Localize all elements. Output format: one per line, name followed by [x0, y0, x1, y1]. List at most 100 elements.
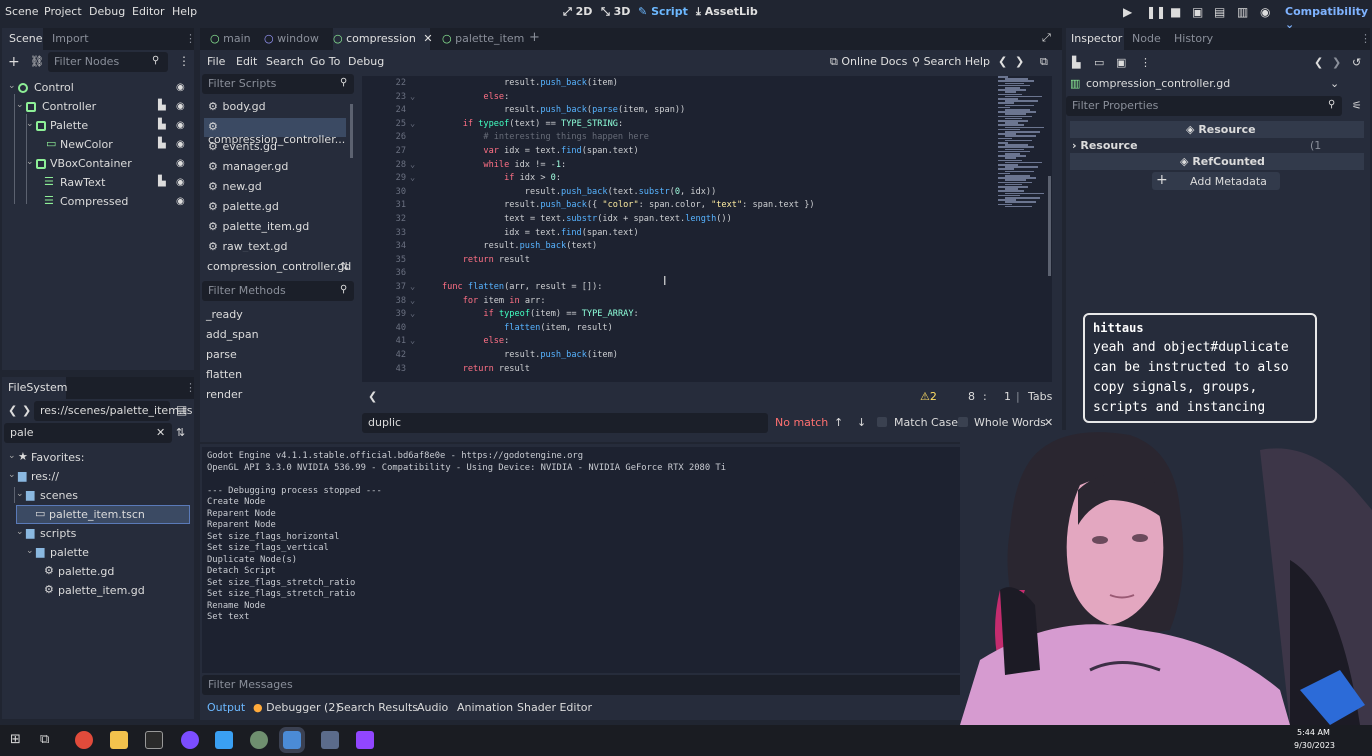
- fold-chevron-icon[interactable]: ⌄: [410, 160, 415, 170]
- script-item[interactable]: ⚙ body.gd: [204, 98, 346, 117]
- code-line[interactable]: 35 return result: [362, 255, 982, 269]
- code-line[interactable]: 40 flatten(item, result): [362, 323, 982, 337]
- tree-node-control[interactable]: ⌄ Control ◉: [6, 79, 192, 98]
- distraction-free-icon[interactable]: ⤢: [1042, 31, 1051, 45]
- twitch-icon[interactable]: [356, 731, 374, 749]
- play-custom-icon[interactable]: ▥: [1237, 5, 1248, 19]
- script-item[interactable]: ⚙ palette.gd: [204, 198, 346, 217]
- output-log[interactable]: Godot Engine v4.1.1.stable.official.bd6a…: [202, 447, 1008, 673]
- script-attached-icon[interactable]: ▙: [158, 138, 166, 149]
- match-case-checkbox[interactable]: [877, 417, 887, 427]
- split-view-icon[interactable]: ▤: [176, 403, 187, 417]
- script-menu-edit[interactable]: Edit: [236, 55, 257, 68]
- tab-filesystem[interactable]: FileSystem: [8, 381, 67, 394]
- method-item[interactable]: parse: [206, 348, 237, 361]
- code-line[interactable]: 42 result.push_back(item): [362, 350, 982, 364]
- inspector-options-icon[interactable]: ⚟: [1352, 99, 1362, 112]
- code-line[interactable]: 29 ⌄ if idx > 0:: [362, 173, 982, 187]
- chevron-down-icon[interactable]: ⌄: [26, 119, 34, 129]
- fs-item-scripts[interactable]: ⌄ ▆ scripts: [6, 525, 192, 544]
- save-icon[interactable]: ▣: [1116, 56, 1126, 69]
- visibility-icon[interactable]: ◉: [176, 139, 185, 150]
- chevron-down-icon[interactable]: ⌄: [16, 100, 24, 110]
- warnings-count[interactable]: ⚠2: [920, 390, 937, 403]
- chevron-down-icon[interactable]: ⌄: [26, 157, 34, 167]
- visibility-icon[interactable]: ◉: [176, 177, 185, 188]
- find-previous-icon[interactable]: ↑: [834, 416, 843, 429]
- code-editor[interactable]: 22 result.push_back(item) 23 ⌄ else: 24 res…: [362, 76, 1052, 382]
- windows-start-icon[interactable]: ⊞: [10, 732, 21, 747]
- add-scene-tab-icon[interactable]: +: [529, 30, 540, 45]
- script-attached-icon[interactable]: ▙: [158, 119, 166, 130]
- script-menu-search[interactable]: Search: [266, 55, 304, 68]
- workspace-2d-button[interactable]: ⤢ 2D: [563, 5, 592, 19]
- file-explorer-icon[interactable]: [110, 731, 128, 749]
- history-forward-icon[interactable]: ❯: [1015, 55, 1024, 68]
- add-node-icon[interactable]: +: [8, 54, 20, 70]
- dock-menu-icon[interactable]: ⋮: [1360, 32, 1371, 45]
- search-help-button[interactable]: ⚲ Search Help: [912, 55, 990, 68]
- tab-window[interactable]: ○ window: [264, 32, 319, 45]
- forward-icon[interactable]: ❯: [22, 404, 31, 417]
- script-item[interactable]: ⚙ events.gd: [204, 138, 346, 157]
- script-menu-debug[interactable]: Debug: [348, 55, 384, 68]
- add-metadata-button[interactable]: + Add Metadata: [1152, 172, 1280, 190]
- fold-chevron-icon[interactable]: ⌄: [410, 336, 415, 346]
- code-line[interactable]: 39 ⌄ if typeof(item) == TYPE_ARRAY:: [362, 309, 982, 323]
- chrome-icon[interactable]: [75, 731, 93, 749]
- pause-icon[interactable]: ❚❚: [1146, 5, 1166, 19]
- method-item[interactable]: flatten: [206, 368, 242, 381]
- script-item[interactable]: ⚙ palette_item.gd: [204, 218, 346, 237]
- tree-node-vboxcontainer[interactable]: ⌄ VBoxContainer ◉: [6, 155, 192, 174]
- visibility-icon[interactable]: ◉: [176, 101, 185, 112]
- fs-item-res[interactable]: ⌄ ▆ res://: [6, 468, 192, 487]
- script-item[interactable]: ⚙ manager.gd: [204, 158, 346, 177]
- godot-icon[interactable]: [279, 727, 305, 753]
- code-line[interactable]: 41 ⌄ else:: [362, 336, 982, 350]
- tab-history[interactable]: History: [1174, 32, 1213, 45]
- inspected-object[interactable]: ▥ compression_controller.gd: [1068, 75, 1342, 93]
- code-line[interactable]: 34 result.push_back(text): [362, 241, 982, 255]
- code-line[interactable]: 22 result.push_back(item): [362, 78, 982, 92]
- menu-scene[interactable]: Scene: [5, 5, 39, 18]
- chevron-down-icon[interactable]: ⌄: [8, 451, 16, 461]
- script-item[interactable]: ⚙ new.gd: [204, 178, 346, 197]
- new-resource-icon[interactable]: ▙: [1072, 56, 1080, 69]
- sort-icon[interactable]: ⇅: [340, 260, 349, 273]
- fold-chevron-icon[interactable]: ⌄: [410, 173, 415, 183]
- dock-menu-icon[interactable]: ⋮: [185, 32, 196, 45]
- movie-maker-icon[interactable]: ◉: [1260, 5, 1270, 19]
- history-back-icon[interactable]: ❮: [998, 55, 1007, 68]
- code-line[interactable]: 38 ⌄ for item in arr:: [362, 296, 982, 310]
- chevron-down-icon[interactable]: ⌄: [8, 81, 16, 91]
- tab-main[interactable]: ○ main: [210, 32, 251, 45]
- fs-item-scenes[interactable]: ⌄ ▆ scenes: [6, 487, 192, 506]
- tree-node-controller[interactable]: ⌄ Controller ▙ ◉: [6, 98, 192, 117]
- code-line[interactable]: 30 result.push_back(text.substr(0, idx)): [362, 187, 982, 201]
- toggle-scripts-panel-icon[interactable]: ❮: [368, 390, 377, 403]
- menu-editor[interactable]: Editor: [132, 5, 165, 18]
- chevron-down-icon[interactable]: ⌄: [8, 470, 16, 480]
- tab-audio[interactable]: Audio: [417, 701, 448, 714]
- filter-nodes-input[interactable]: Filter Nodes: [48, 52, 168, 72]
- dock-menu-icon[interactable]: ⋮: [185, 381, 196, 394]
- script-menu-file[interactable]: File: [207, 55, 225, 68]
- code-line[interactable]: 26 # interesting things happen here: [362, 132, 982, 146]
- fs-favorites[interactable]: ⌄ ★ Favorites:: [6, 449, 192, 468]
- fold-chevron-icon[interactable]: ⌄: [410, 296, 415, 306]
- method-item[interactable]: render: [206, 388, 242, 401]
- path-field[interactable]: res://scenes/palette_item.ts: [34, 401, 192, 421]
- link-icon[interactable]: ⛓: [30, 55, 44, 68]
- fs-item-palette-item-tscn[interactable]: ▭ palette_item.tscn: [16, 505, 190, 524]
- visibility-icon[interactable]: ◉: [176, 82, 185, 93]
- workspace-assetlib-button[interactable]: ⤓ AssetLib: [696, 5, 758, 19]
- find-next-icon[interactable]: ↓: [857, 416, 866, 429]
- tree-node-newcolor[interactable]: ▭ NewColor ▙ ◉: [6, 136, 192, 155]
- play-icon[interactable]: ▶: [1123, 5, 1132, 19]
- tab-import[interactable]: Import: [52, 32, 89, 45]
- chevron-down-icon[interactable]: ⌄: [1330, 77, 1339, 90]
- chevron-down-icon[interactable]: ⌄: [16, 527, 24, 537]
- fold-chevron-icon[interactable]: ⌄: [410, 92, 415, 102]
- code-line[interactable]: 23 ⌄ else:: [362, 92, 982, 106]
- visibility-icon[interactable]: ◉: [176, 120, 185, 131]
